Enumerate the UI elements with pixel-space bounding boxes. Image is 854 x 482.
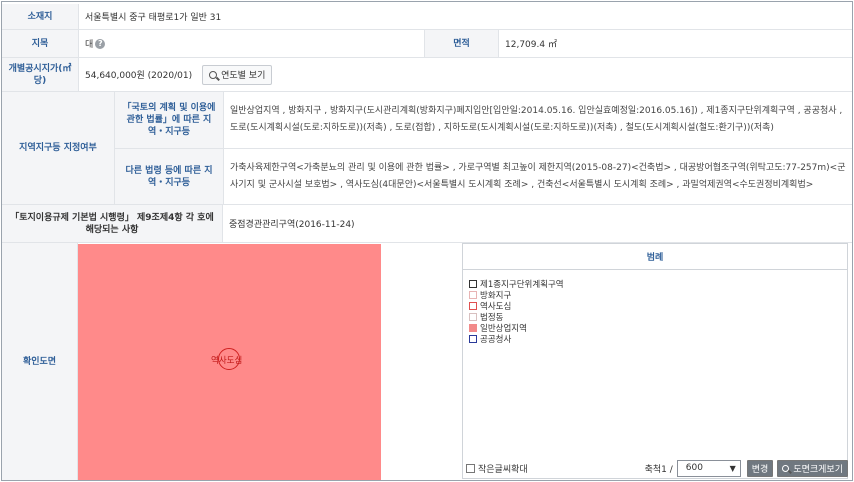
scale-label: 축척1 / (644, 464, 673, 475)
row-zoning: 지역지구등 지정여부 「국토의 계획 및 이용에 관한 법률」에 따른 지역・지… (2, 92, 852, 205)
map-marker-label: 역사도심 (211, 356, 243, 366)
map-toolbar: 작은글씨확대 축척1 / 600 ▼ 변경 도면크게보기 (462, 458, 852, 478)
map-label: 확인도면 (2, 243, 77, 480)
legend-swatch (469, 334, 477, 343)
legend-item: 방화지구 (469, 289, 847, 301)
area-value: 12,709.4 ㎡ (505, 40, 557, 50)
price-cell: 54,640,000원 (2020/01) 연도별 보기 (79, 58, 852, 91)
legend-swatch (469, 301, 477, 310)
yearly-view-label: 연도별 보기 (221, 71, 266, 81)
scale-select[interactable]: 600 ▼ (676, 459, 741, 477)
row-enforcement: 「토지이용규제 기본법 시행령」 제9조제4항 각 호에 해당되는 사항 중점경… (2, 205, 852, 243)
zoning-other-row: 다른 법령 등에 따른 지역・지구등 가축사육제한구역<가축분뇨의 관리 및 이… (115, 149, 852, 204)
legend-swatch (469, 323, 477, 332)
row-price: 개별공시지가(㎡당) 54,640,000원 (2020/01) 연도별 보기 (2, 58, 852, 92)
legend-item: 공공청사 (469, 333, 847, 345)
legend-list: 제1종지구단위계획구역 방화지구 역사도심 법정동 일반상업지역 공공청사 (463, 270, 847, 345)
scale-value: 600 (685, 463, 703, 473)
yearly-view-button[interactable]: 연도별 보기 (202, 64, 273, 85)
legend-swatch (469, 290, 477, 299)
land-category-value: 대 (85, 40, 94, 50)
location-label: 소재지 (2, 4, 78, 29)
location-value: 서울특별시 중구 태평로1가 일반 31 (85, 13, 222, 23)
legend-swatch (469, 279, 477, 288)
legend-panel: 범례 제1종지구단위계획구역 방화지구 역사도심 법정동 일반상업지역 공공청사 (462, 243, 848, 479)
land-category-cell: 대 ? (79, 30, 424, 57)
zoning-national-value: 일반상업지역 , 방화지구 , 방화지구(도시관리계획(방화지구)폐지입안[입안… (230, 106, 843, 133)
enlarge-text-checkbox[interactable] (466, 463, 475, 473)
price-value: 54,640,000원 (2020/01) (85, 71, 193, 81)
map-view[interactable]: 역사도심 (78, 244, 381, 480)
question-icon[interactable]: ? (95, 38, 106, 49)
zoning-national-label: 「국토의 계획 및 이용에 관한 법률」에 따른 지역・지구등 (115, 92, 223, 148)
legend-title: 범례 (463, 244, 847, 270)
chevron-down-icon: ▼ (729, 463, 736, 473)
zoning-label: 지역지구등 지정여부 (2, 92, 114, 204)
row-location: 소재지 서울특별시 중구 태평로1가 일반 31 (2, 4, 852, 30)
enlarge-map-button[interactable]: 도면크게보기 (777, 459, 848, 477)
area-label: 면적 (425, 30, 498, 57)
legend-item: 역사도심 (469, 300, 847, 312)
legend-item: 일반상업지역 (469, 322, 847, 334)
search-icon (209, 70, 218, 79)
change-scale-button[interactable]: 변경 (746, 459, 774, 477)
legend-item: 제1종지구단위계획구역 (469, 278, 847, 290)
enforcement-label: 「토지이용규제 기본법 시행령」 제9조제4항 각 호에 해당되는 사항 (2, 205, 222, 242)
legend-item: 법정동 (469, 311, 847, 323)
price-label: 개별공시지가(㎡당) (2, 58, 78, 91)
enlarge-text-label[interactable]: 작은글씨확대 (478, 462, 528, 475)
row-land: 지목 대 ? 면적 12,709.4 ㎡ (2, 30, 852, 58)
legend-swatch (469, 312, 477, 321)
zoning-other-value: 가축사육제한구역<가축분뇨의 관리 및 이용에 관한 법률> , 가로구역별 최… (230, 162, 846, 190)
zoning-national-row: 「국토의 계획 및 이용에 관한 법률」에 따른 지역・지구등 일반상업지역 ,… (115, 92, 852, 149)
land-category-label: 지목 (2, 30, 78, 57)
search-icon (782, 464, 790, 472)
zoning-other-label: 다른 법령 등에 따른 지역・지구등 (115, 149, 223, 204)
enforcement-value: 중점경관관리구역(2016-11-24) (229, 220, 355, 230)
